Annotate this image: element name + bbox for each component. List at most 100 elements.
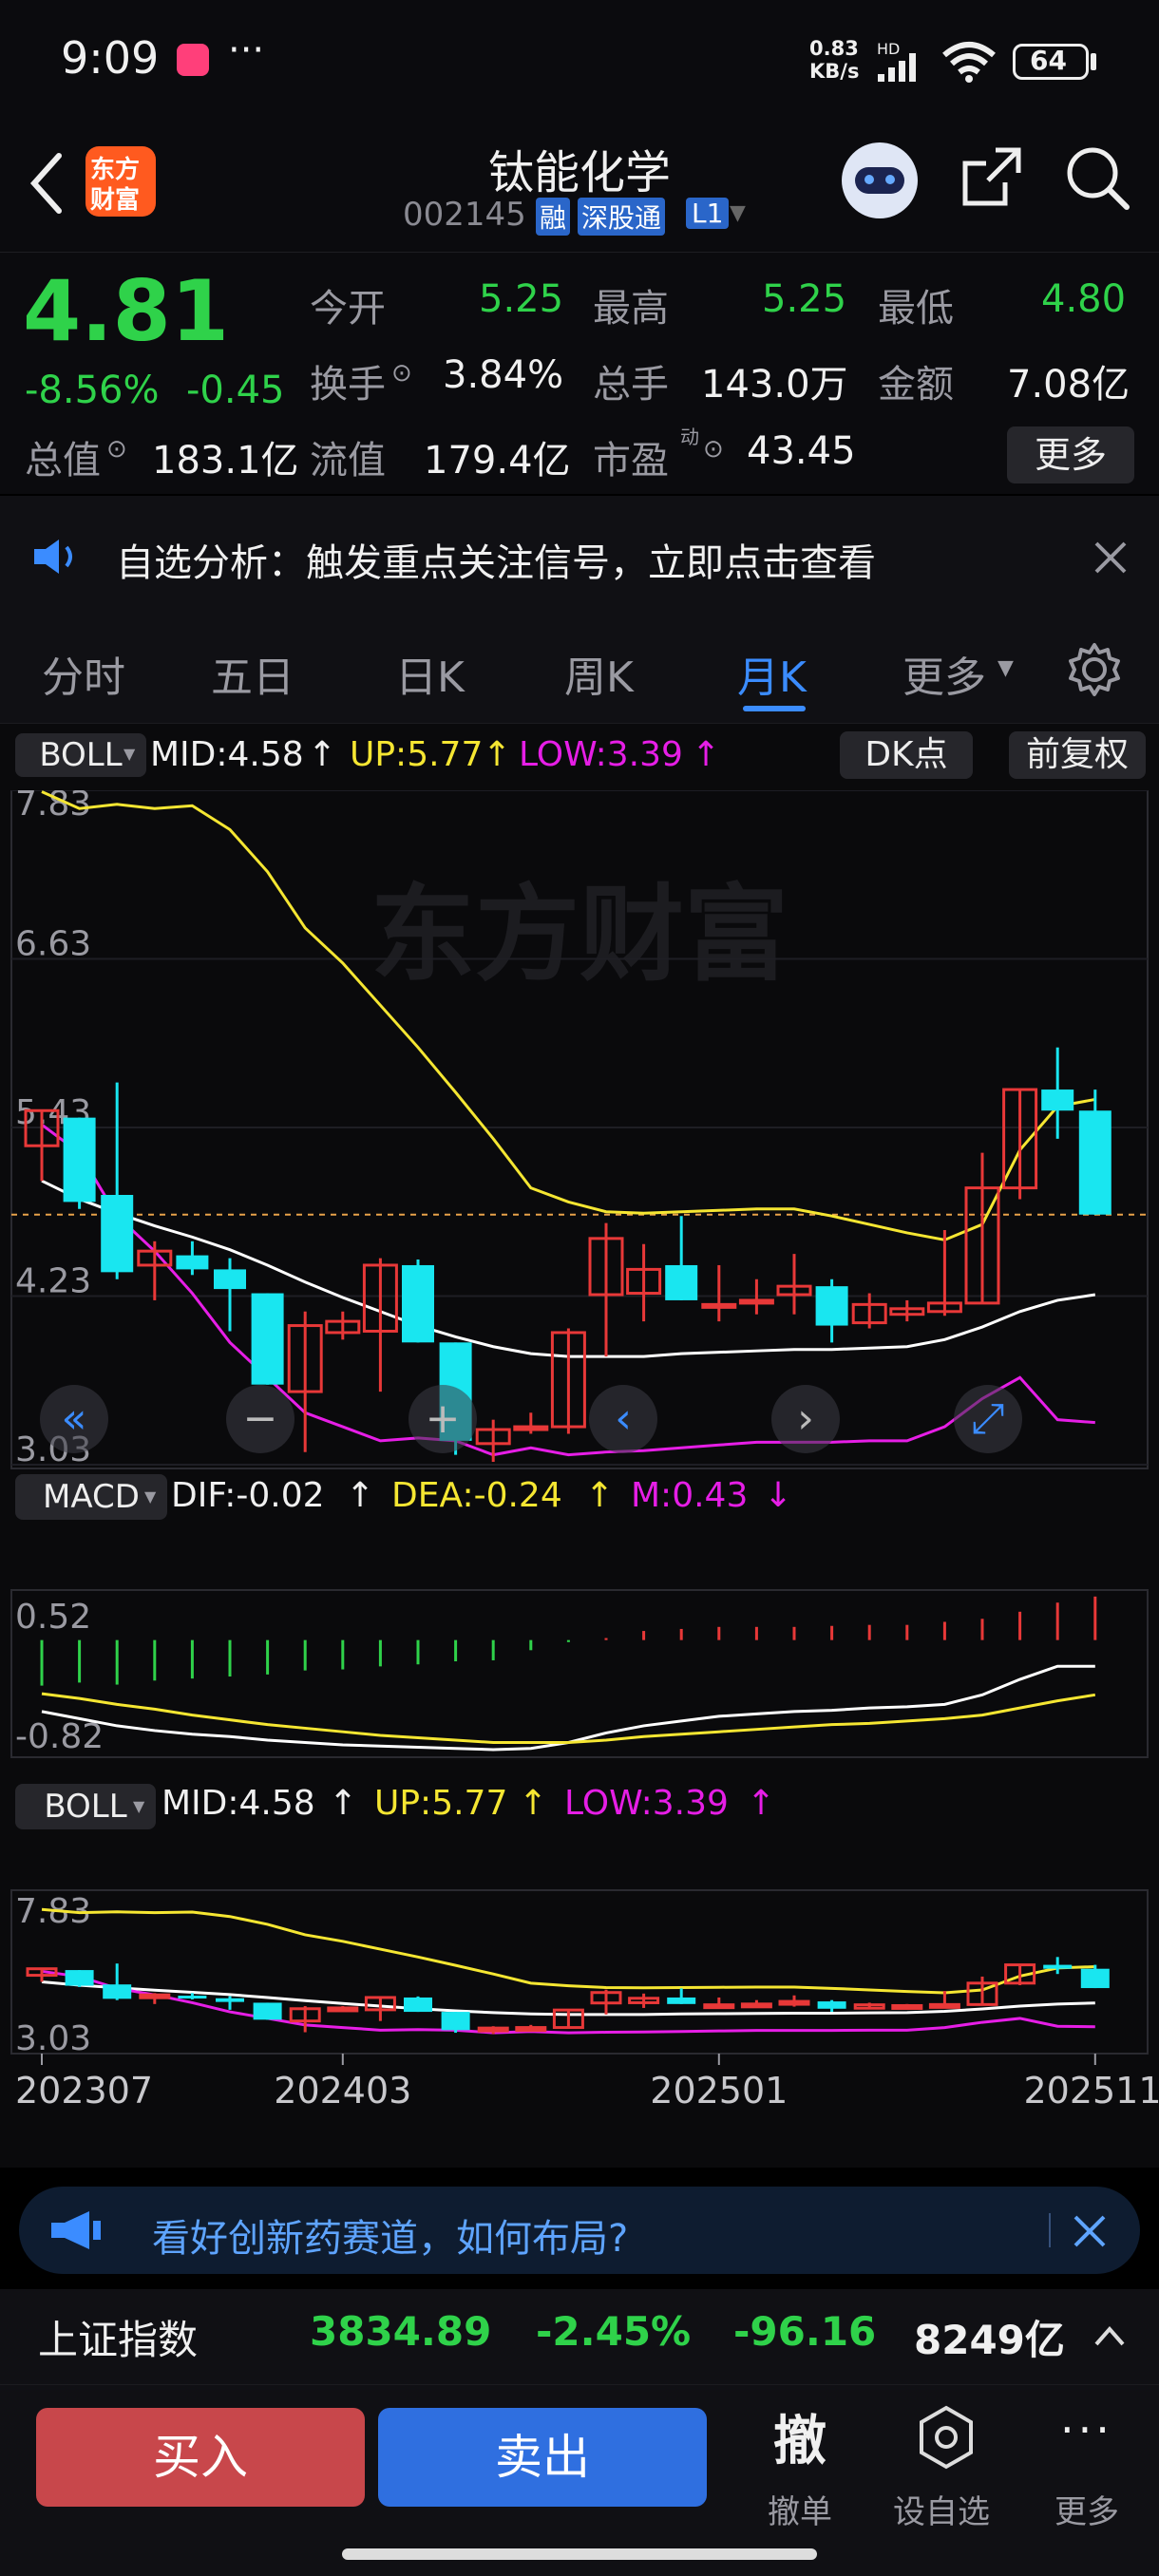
mini-boll-mid-label: MID:4.58	[162, 1784, 315, 1823]
more-label[interactable]: 更多	[1054, 2486, 1119, 2532]
kline-candle	[251, 1293, 284, 1385]
dk-point-button[interactable]: DK点	[840, 731, 973, 779]
next-icon-glyph[interactable]: ›	[797, 1394, 814, 1443]
y-axis-label-3: 4.23	[15, 1262, 91, 1301]
mini-candle	[1043, 1964, 1073, 1969]
mini-candle	[103, 1984, 132, 1999]
tag-margin: 融	[536, 198, 571, 236]
macd-dif-line	[41, 1664, 1095, 1752]
low-value: 4.80	[1041, 277, 1127, 321]
buy-button[interactable]: 买入	[36, 2408, 365, 2507]
sell-button[interactable]: 卖出	[378, 2408, 707, 2507]
turnover-info-icon[interactable]: ⊙	[391, 359, 412, 388]
kline-candle	[176, 1255, 209, 1270]
kline-candle	[63, 1117, 96, 1203]
open-value: 5.25	[479, 277, 564, 321]
tab-more[interactable]: 更多	[902, 643, 986, 704]
speaker-icon	[34, 540, 72, 574]
expand-up-icon[interactable]	[1092, 2323, 1127, 2348]
stock-header: 东方 财富 钛能化学 002145 融 深股通 L1 ▼	[0, 123, 1159, 252]
tab-monthly-k[interactable]: 月K	[737, 643, 807, 704]
add-watchlist-icon[interactable]	[916, 2404, 977, 2471]
x-axis-label-3: 202511	[1023, 2070, 1159, 2112]
bottom-action-bar: 买入 卖出 撤 撤单 设自选 ··· 更多	[0, 2384, 1159, 2576]
index-turnover: 8249亿	[914, 2317, 1065, 2363]
robot-assistant-icon[interactable]	[842, 142, 918, 218]
float-cap-value: 179.4亿	[424, 439, 571, 483]
mini-candle	[178, 1996, 207, 1999]
app-notification-icon	[177, 44, 209, 76]
boll-upper-line	[41, 790, 1096, 1241]
fullscreen-icon-glyph[interactable]: ⤢	[971, 1394, 1004, 1443]
mini-boll-upper-line	[41, 1907, 1095, 1995]
boll-mid-label: MID:4.58	[150, 735, 304, 774]
zoom-out-icon-glyph[interactable]: −	[243, 1394, 278, 1443]
macd-dif-arrow: ↑	[346, 1476, 375, 1515]
change-amount: -0.45	[186, 369, 285, 412]
mini-boll-up-arrow: ↑	[519, 1784, 548, 1823]
mini-boll-caret-icon: ▼	[133, 1797, 145, 1815]
pe-info-icon[interactable]: ⊙	[703, 435, 724, 464]
index-change: -96.16	[733, 2308, 877, 2355]
cancel-order-glyph-icon[interactable]: 撤	[773, 2398, 826, 2475]
kline-candle	[402, 1264, 434, 1343]
prev-icon-glyph[interactable]: ‹	[615, 1394, 632, 1443]
amount-label: 金额	[878, 363, 954, 407]
mini-candle	[441, 2012, 470, 2031]
macd-m-label: M:0.43	[631, 1476, 749, 1515]
close-ad-icon[interactable]	[1072, 2213, 1108, 2249]
index-ticker[interactable]: 上证指数 3834.89 -2.45% -96.16 8249亿	[0, 2289, 1159, 2384]
boll-selector-caret-icon: ▼	[124, 745, 136, 763]
kline-candle	[214, 1269, 246, 1290]
tag-dropdown-icon[interactable]: ▼	[730, 201, 746, 225]
share-icon[interactable]	[958, 144, 1024, 211]
boll-low-arrow: ↑	[692, 735, 721, 774]
tab-five-day[interactable]: 五日	[211, 643, 294, 704]
market-cap-label: 总值	[25, 439, 101, 483]
settings-gear-icon[interactable]	[1066, 641, 1123, 698]
index-percent: -2.45%	[536, 2308, 692, 2355]
pe-dynamic-superscript: 动	[680, 426, 699, 448]
stock-code: 002145	[403, 196, 526, 234]
quote-panel: 4.81 -8.56% -0.45 今开 5.25 最高 5.25 最低 4.8…	[0, 252, 1159, 494]
home-indicator	[342, 2548, 817, 2560]
kline-candle	[738, 1298, 774, 1305]
volume-value: 143.0万	[701, 363, 848, 407]
tab-intraday[interactable]: 分时	[42, 643, 125, 704]
double-left-icon-glyph[interactable]: «	[62, 1394, 87, 1443]
add-watchlist-label[interactable]: 设自选	[893, 2486, 990, 2532]
market-cap-info-icon[interactable]: ⊙	[106, 435, 127, 464]
macd-axis-bottom: -0.82	[15, 1717, 104, 1756]
tab-weekly-k[interactable]: 周K	[564, 643, 634, 704]
turnover-label: 换手	[310, 363, 386, 407]
tab-daily-k[interactable]: 日K	[395, 643, 465, 704]
close-notice-icon[interactable]	[1092, 540, 1129, 576]
adjust-mode-button[interactable]: 前复权	[1009, 731, 1146, 779]
mini-boll-up-label: UP:5.77	[374, 1784, 508, 1823]
mini-candle	[327, 2006, 359, 2013]
mini-candle	[1080, 1968, 1110, 1989]
mini-candle	[667, 1997, 696, 2004]
tag-connect: 深股通	[578, 198, 666, 236]
macd-dea-arrow: ↑	[585, 1476, 615, 1515]
signal-icon	[878, 53, 916, 82]
mini-boll-mid-arrow: ↑	[329, 1784, 358, 1823]
ad-banner[interactable]: 看好创新药赛道，如何布局?	[19, 2187, 1140, 2274]
macd-axis-top: 0.52	[15, 1598, 91, 1637]
active-tab-indicator	[743, 706, 806, 711]
zoom-in-icon-glyph[interactable]: +	[426, 1394, 461, 1443]
mini-candle	[139, 1993, 171, 1999]
mini-candle	[817, 2001, 846, 2009]
mini-candle	[477, 2026, 509, 2033]
mini-candle	[891, 2003, 923, 2010]
y-axis-label-1: 6.63	[15, 925, 91, 964]
ad-divider	[1049, 2213, 1051, 2247]
cancel-order-label[interactable]: 撤单	[768, 2486, 832, 2532]
signal-notice[interactable]: 自选分析：触发重点关注信号，立即点击查看	[0, 496, 1159, 615]
more-quote-button[interactable]: 更多	[1007, 426, 1134, 483]
mini-candle	[703, 2003, 735, 2010]
macd-dea-label: DEA:-0.24	[391, 1476, 562, 1515]
kline-chart-area[interactable]: BOLL ▼ MID:4.58 ↑ UP:5.77 ↑ LOW:3.39 ↑ D…	[0, 724, 1159, 2168]
search-icon[interactable]	[1062, 142, 1132, 213]
more-dots-icon[interactable]: ···	[1060, 2404, 1113, 2455]
